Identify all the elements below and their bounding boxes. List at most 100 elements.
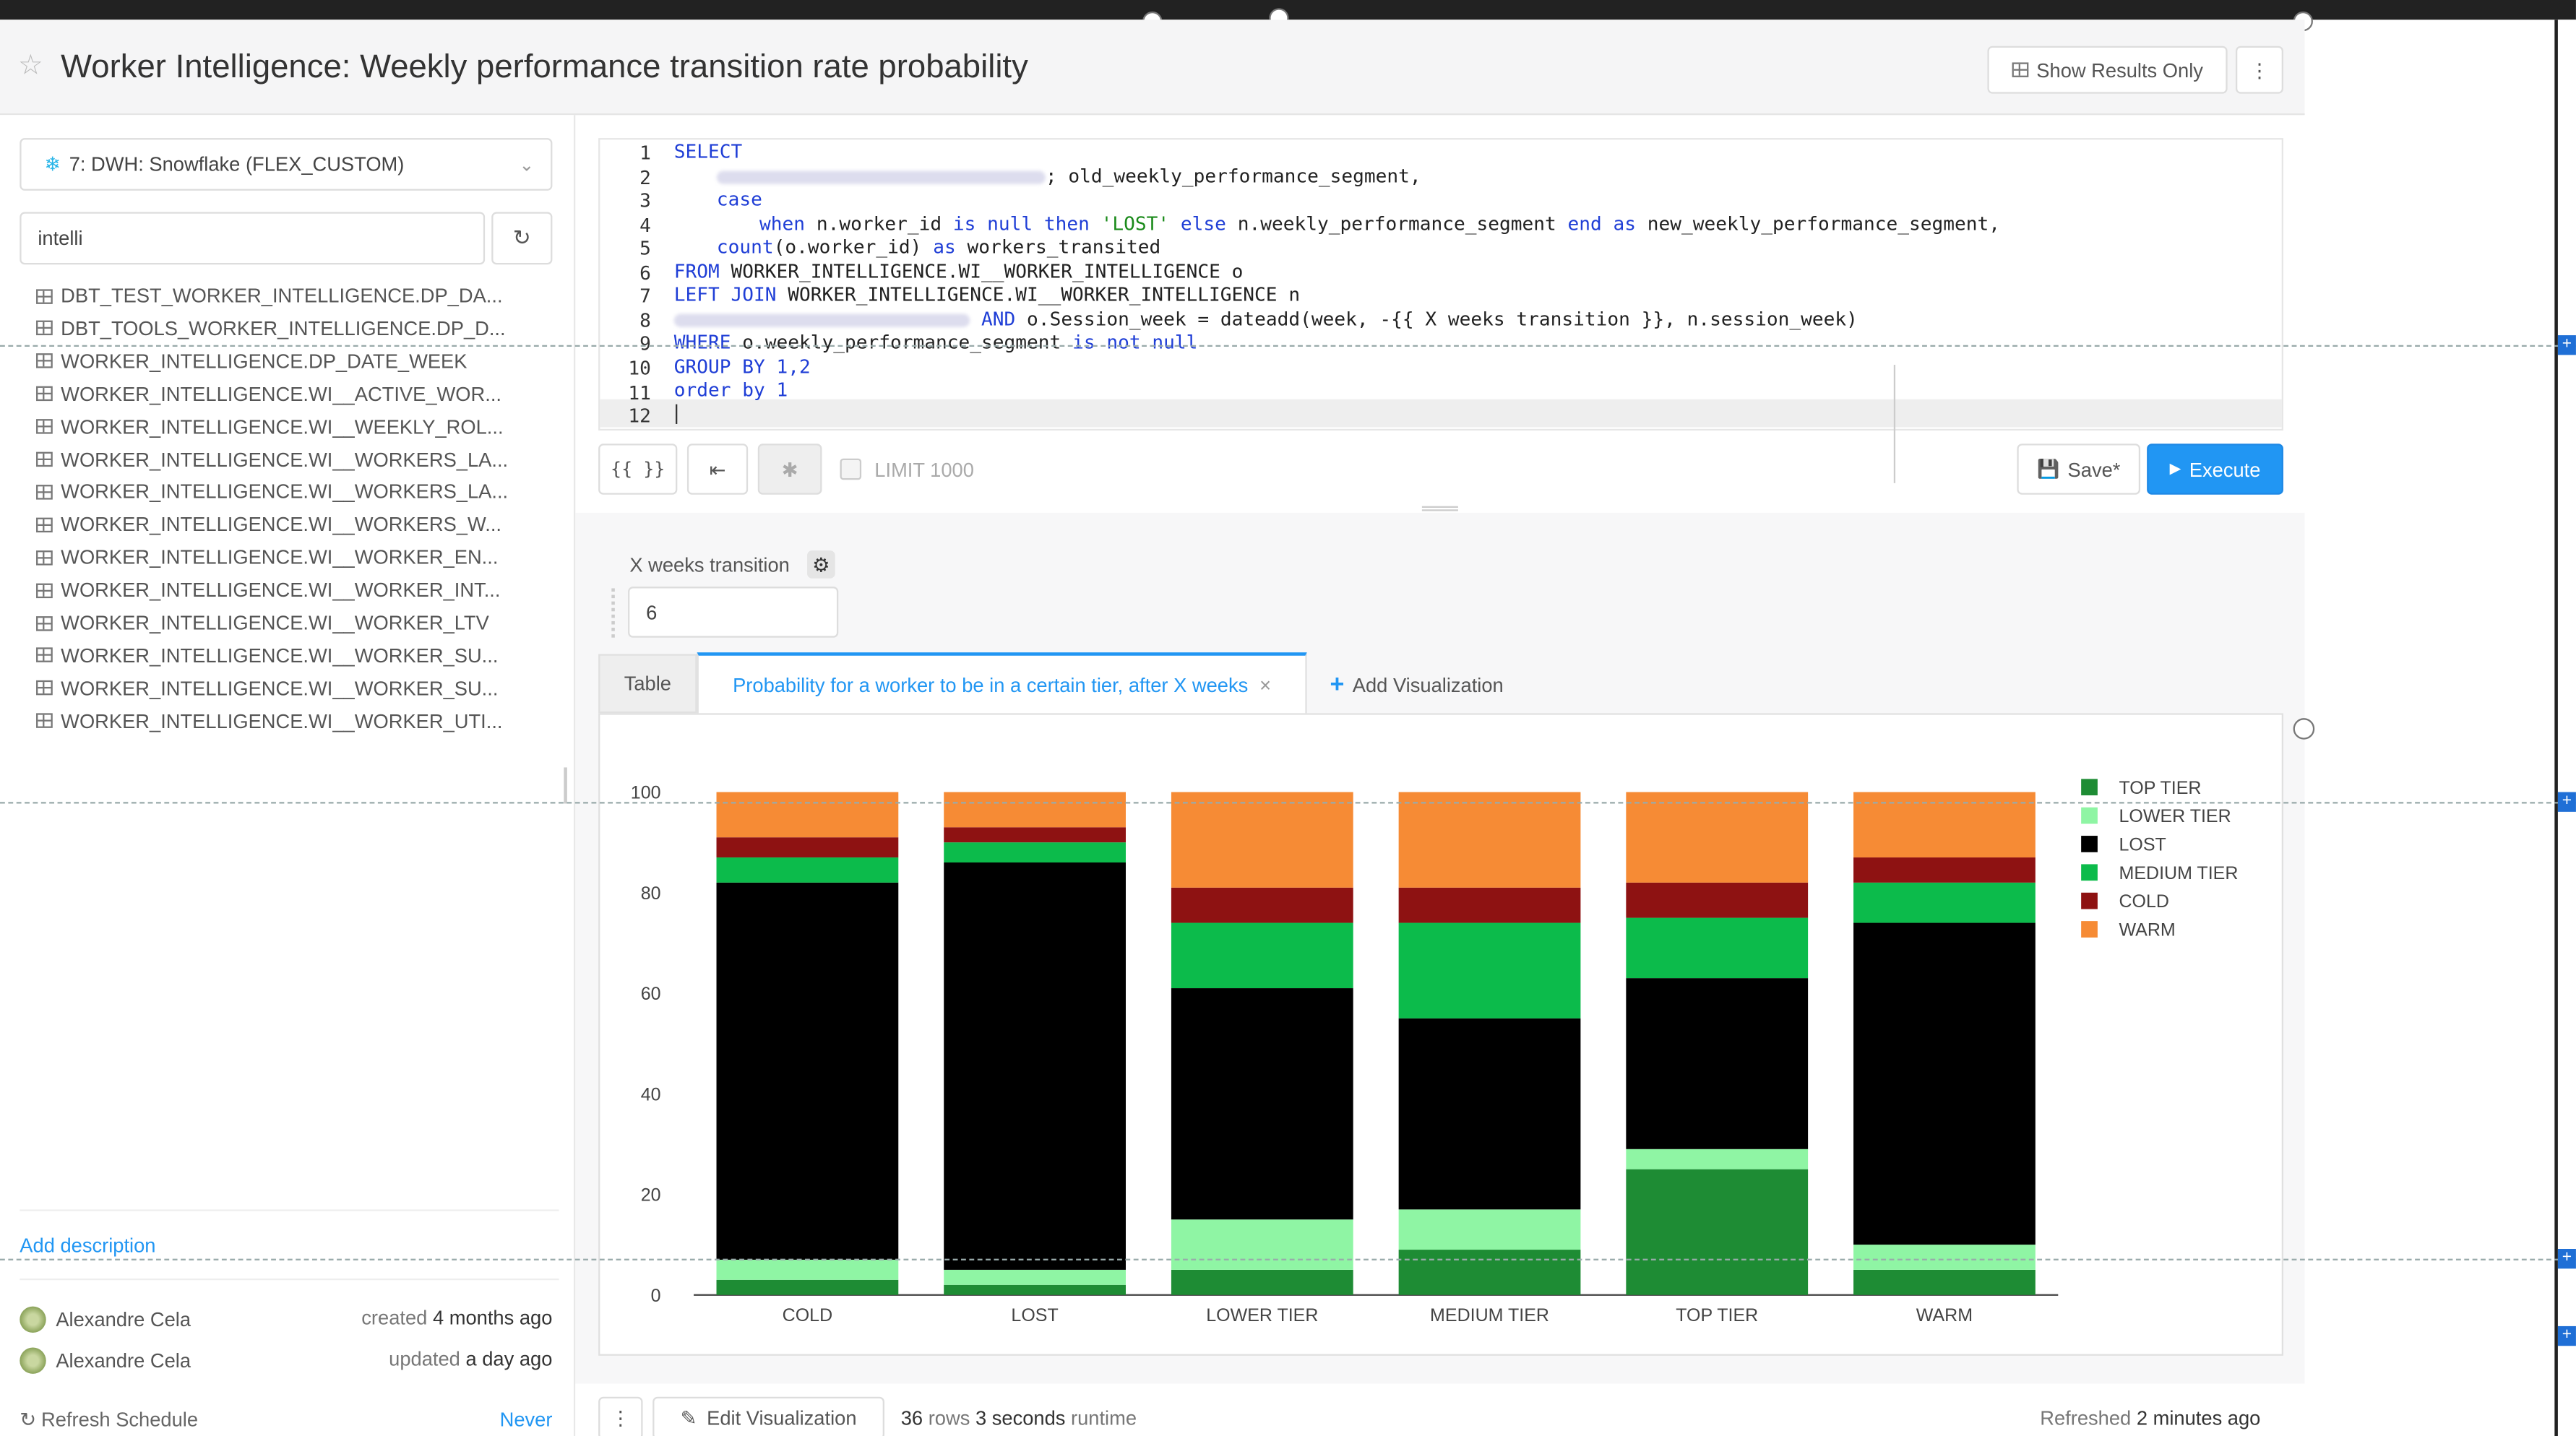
editor-splitter[interactable] bbox=[1893, 365, 1896, 483]
schema-table-item[interactable]: WORKER_INTELLIGENCE.WI__WORKER_EN... bbox=[36, 546, 498, 569]
close-tab-icon[interactable]: × bbox=[1259, 674, 1271, 697]
tab-table[interactable]: Table bbox=[598, 654, 697, 714]
plus-icon: + bbox=[1330, 670, 1345, 698]
author-row: Alexandre Cela bbox=[20, 1306, 191, 1333]
line-number: 8 bbox=[639, 308, 651, 332]
edit-icon: ✎ bbox=[680, 1406, 697, 1430]
edit-visualization-button[interactable]: ✎ Edit Visualization bbox=[652, 1396, 884, 1436]
footer-more-button[interactable]: ⋮ bbox=[598, 1396, 643, 1436]
page-title: Worker Intelligence: Weekly performance … bbox=[61, 49, 1028, 86]
code-line: WHERE o.weekly_performance_segment is no… bbox=[673, 330, 1198, 354]
legend-label: COLD bbox=[2119, 891, 2169, 912]
parameter-drag-handle[interactable] bbox=[611, 588, 618, 638]
add-row-handle[interactable]: + bbox=[2557, 792, 2576, 812]
add-description-link[interactable]: Add description bbox=[20, 1234, 155, 1258]
x-tick-label: MEDIUM TIER bbox=[1430, 1305, 1549, 1325]
schema-table-item[interactable]: WORKER_INTELLIGENCE.WI__WORKER_INT... bbox=[36, 579, 500, 602]
panel-resize-handle[interactable] bbox=[1421, 506, 1458, 511]
x-tick-label: COLD bbox=[783, 1305, 833, 1325]
bar-segment bbox=[1398, 792, 1581, 888]
window-right-edge bbox=[2554, 20, 2576, 1436]
line-number: 5 bbox=[639, 237, 651, 260]
table-icon bbox=[36, 680, 53, 696]
legend-label: MEDIUM TIER bbox=[2119, 863, 2238, 883]
schema-table-item[interactable]: WORKER_INTELLIGENCE.WI__WORKER_UTI... bbox=[36, 709, 503, 732]
table-icon bbox=[36, 713, 53, 729]
legend-swatch bbox=[2081, 864, 2098, 881]
code-line: order by 1 bbox=[673, 378, 788, 402]
format-query-button[interactable]: ⇤ bbox=[686, 444, 749, 495]
bar-segment bbox=[1853, 882, 2036, 923]
sidebar-splitter[interactable] bbox=[564, 767, 567, 804]
active-line-highlight bbox=[600, 399, 2282, 428]
bar-segment bbox=[1398, 1018, 1581, 1210]
bar-segment bbox=[716, 882, 899, 1260]
y-tick-label: 60 bbox=[641, 984, 661, 1004]
datasource-select[interactable]: ❄ 7: DWH: Snowflake (FLEX_CUSTOM) ⌄ bbox=[20, 138, 553, 191]
code-line: LEFT JOIN WORKER_INTELLIGENCE.WI__WORKER… bbox=[673, 282, 1301, 306]
bar-segment bbox=[1171, 922, 1353, 989]
schema-table-item[interactable]: WORKER_INTELLIGENCE.WI__WORKER_LTV bbox=[36, 611, 489, 634]
refresh-icon: ↻ bbox=[20, 1408, 37, 1432]
bar-segment bbox=[1171, 1219, 1353, 1270]
guide-line bbox=[0, 1258, 2576, 1260]
bar-segment bbox=[944, 842, 1126, 863]
x-tick-label: LOWER TIER bbox=[1206, 1305, 1318, 1325]
schema-table-item[interactable]: WORKER_INTELLIGENCE.WI__ACTIVE_WOR... bbox=[36, 382, 501, 405]
bar-segment bbox=[1171, 988, 1353, 1220]
add-row-handle[interactable]: + bbox=[2557, 1249, 2576, 1269]
parameter-input[interactable]: 6 bbox=[628, 587, 839, 638]
execute-button[interactable]: ▶ Execute bbox=[2147, 444, 2283, 495]
add-row-handle[interactable]: + bbox=[2557, 1325, 2576, 1346]
guide-line bbox=[0, 345, 2576, 347]
code-line: case bbox=[716, 187, 762, 211]
line-number: 3 bbox=[639, 189, 651, 212]
author-row: Alexandre Cela bbox=[20, 1347, 191, 1374]
code-line: ; old_weekly_performance_segment, bbox=[716, 165, 1421, 187]
add-visualization-button[interactable]: + Add Visualization bbox=[1330, 670, 1503, 698]
widget-resize-handle[interactable] bbox=[2293, 718, 2315, 740]
schema-table-item[interactable]: WORKER_INTELLIGENCE.WI__WORKERS_LA... bbox=[36, 480, 508, 503]
bar-segment bbox=[716, 1259, 899, 1280]
schema-table-item[interactable]: WORKER_INTELLIGENCE.WI__WORKERS_LA... bbox=[36, 448, 508, 471]
avatar bbox=[20, 1306, 46, 1333]
schema-table-item[interactable]: WORKER_INTELLIGENCE.WI__WORKER_SU... bbox=[36, 677, 498, 700]
schema-table-item[interactable]: WORKER_INTELLIGENCE.WI__WORKERS_W... bbox=[36, 513, 501, 536]
redacted-text bbox=[716, 170, 1046, 183]
guide-line bbox=[0, 802, 2576, 804]
bar-segment bbox=[716, 1279, 899, 1295]
favorite-star-icon[interactable]: ☆ bbox=[18, 49, 43, 82]
y-tick-label: 0 bbox=[651, 1286, 661, 1306]
schema-table-item[interactable]: WORKER_INTELLIGENCE.WI__WEEKLY_ROL... bbox=[36, 415, 504, 438]
line-number: 7 bbox=[639, 285, 651, 308]
table-icon bbox=[2012, 62, 2028, 77]
schema-table-item[interactable]: WORKER_INTELLIGENCE.WI__WORKER_SU... bbox=[36, 644, 498, 667]
text-cursor bbox=[676, 404, 678, 424]
table-icon bbox=[36, 517, 53, 532]
add-parameter-button[interactable]: {{ }} bbox=[598, 444, 678, 495]
refresh-schedule-value[interactable]: Never bbox=[500, 1409, 553, 1432]
bar-segment bbox=[944, 792, 1126, 828]
schema-table-item[interactable]: DBT_TOOLS_WORKER_INTELLIGENCE.DP_D... bbox=[36, 317, 506, 340]
schema-table-item[interactable]: DBT_TEST_WORKER_INTELLIGENCE.DP_DA... bbox=[36, 285, 503, 307]
refresh-schedule-label: ↻ Refresh Schedule bbox=[20, 1408, 199, 1432]
bar-segment bbox=[944, 1284, 1126, 1295]
y-tick-label: 100 bbox=[631, 783, 661, 803]
table-icon bbox=[36, 582, 53, 598]
legend-swatch bbox=[2081, 779, 2098, 796]
autocomplete-button[interactable]: ✱ bbox=[757, 444, 822, 495]
refresh-schema-button[interactable]: ↻ bbox=[491, 212, 553, 265]
legend-label: TOP TIER bbox=[2119, 778, 2201, 798]
schema-search-input[interactable]: intelli bbox=[20, 212, 486, 265]
parameter-settings-button[interactable]: ⚙ bbox=[807, 550, 835, 579]
more-menu-button[interactable]: ⋮ bbox=[2236, 46, 2283, 94]
save-button[interactable]: 💾 Save* bbox=[2017, 444, 2141, 495]
add-row-handle[interactable]: + bbox=[2557, 335, 2576, 355]
show-results-only-button[interactable]: Show Results Only bbox=[1987, 46, 2228, 94]
schema-table-item[interactable]: WORKER_INTELLIGENCE.DP_DATE_WEEK bbox=[36, 350, 467, 373]
bar-segment bbox=[716, 837, 899, 858]
code-line: count(o.worker_id) as workers_transited bbox=[716, 235, 1161, 259]
x-tick-label: LOST bbox=[1011, 1305, 1058, 1325]
tab-visualization-active[interactable]: Probability for a worker to be in a cert… bbox=[697, 652, 1307, 715]
limit-checkbox[interactable] bbox=[840, 458, 862, 480]
